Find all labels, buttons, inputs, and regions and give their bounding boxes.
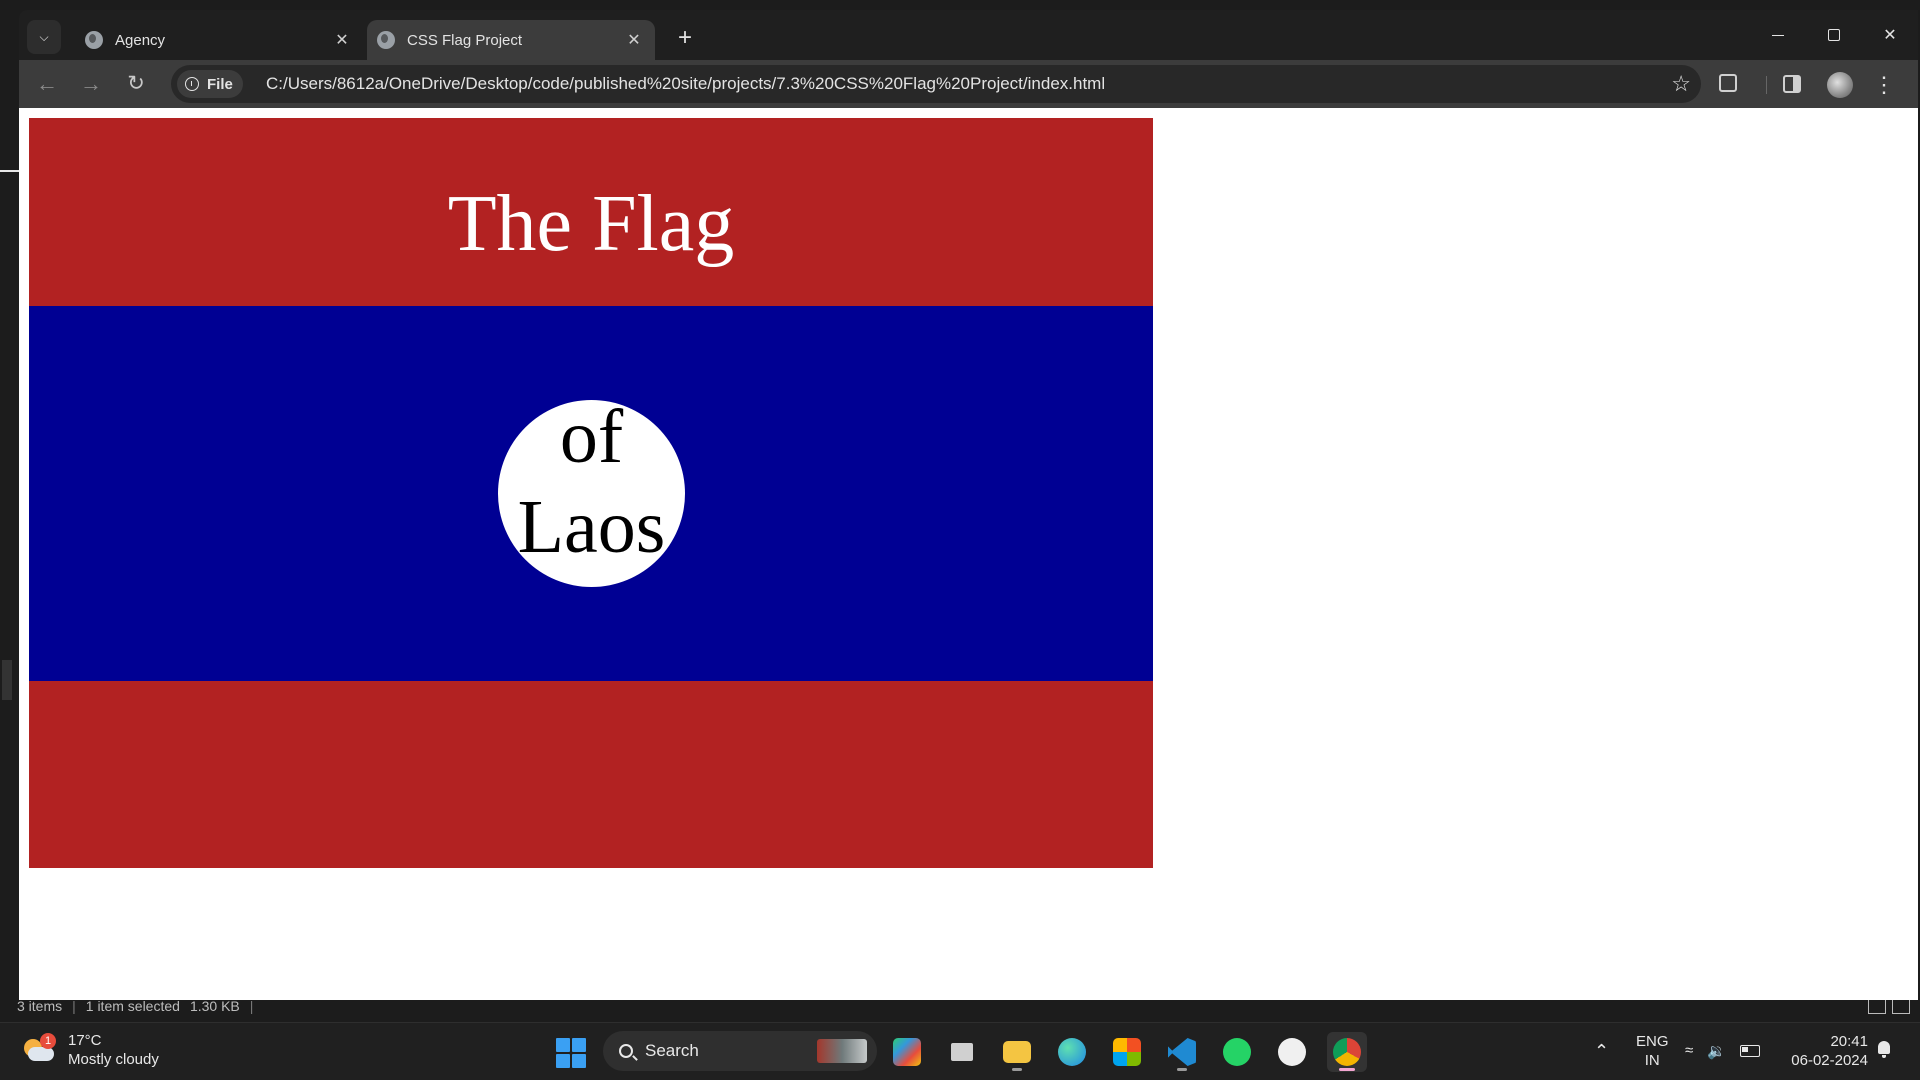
close-window-button[interactable]: ✕ — [1862, 10, 1918, 60]
background-scrollbar[interactable] — [2, 660, 12, 700]
close-icon[interactable]: ✕ — [623, 29, 645, 51]
weather-widget[interactable]: 1 17°C Mostly cloudy — [22, 1031, 159, 1069]
background-divider — [0, 170, 19, 172]
forward-button[interactable]: → — [75, 68, 107, 100]
flag-white-circle: of Laos — [498, 395, 685, 587]
store-icon[interactable] — [1107, 1032, 1147, 1072]
edge-icon[interactable] — [1052, 1032, 1092, 1072]
window-controls: ✕ — [1750, 10, 1918, 60]
language-region: IN — [1644, 1052, 1660, 1069]
maximize-icon — [1828, 29, 1840, 41]
battery-icon — [1739, 1045, 1760, 1057]
input-language-indicator[interactable]: ENG IN — [1636, 1032, 1669, 1070]
tab-search-button[interactable]: ⌵ — [27, 20, 61, 54]
circle-text-line-laos: Laos — [517, 485, 666, 569]
tab-css-flag-project[interactable]: CSS Flag Project ✕ — [367, 20, 655, 60]
taskbar-clock[interactable]: 20:41 06-02-2024 — [1780, 1032, 1868, 1070]
github-icon[interactable] — [1272, 1032, 1312, 1072]
reload-icon: ↻ — [127, 72, 145, 95]
site-info-label: File — [207, 75, 233, 93]
chrome-icon[interactable] — [1327, 1032, 1367, 1072]
reload-button[interactable]: ↻ — [120, 68, 152, 100]
search-label: Search — [645, 1041, 699, 1060]
search-highlight-image — [817, 1039, 867, 1063]
flag-top-red-stripe: The Flag — [29, 118, 1153, 306]
weather-text: 17°C Mostly cloudy — [68, 1031, 159, 1069]
back-button[interactable]: ← — [31, 68, 63, 100]
maximize-button[interactable] — [1806, 10, 1862, 60]
partly-cloudy-icon: 1 — [22, 1033, 56, 1065]
taskbar-search-box[interactable]: Search — [603, 1031, 877, 1071]
tab-strip: ⌵ Agency ✕ CSS Flag Project ✕ + ✕ — [19, 10, 1918, 60]
notification-bell-icon[interactable] — [1876, 1041, 1892, 1059]
bookmark-star-icon[interactable]: ☆ — [1671, 69, 1691, 99]
tab-title: Agency — [115, 31, 166, 49]
arrow-left-icon: ← — [36, 71, 58, 96]
circle-text-line-of: of — [559, 395, 624, 479]
minimize-icon — [1772, 34, 1784, 36]
wifi-icon: ≈ — [1685, 1042, 1694, 1059]
new-tab-button[interactable]: + — [671, 24, 699, 52]
details-view-icon[interactable] — [1868, 998, 1886, 1014]
tab-title: CSS Flag Project — [407, 31, 523, 49]
language-code: ENG — [1636, 1033, 1669, 1050]
vscode-icon[interactable] — [1162, 1032, 1202, 1072]
weather-description: Mostly cloudy — [68, 1051, 159, 1068]
browser-window: ⌵ Agency ✕ CSS Flag Project ✕ + ✕ ← → ↻ … — [19, 10, 1918, 1000]
url-text[interactable]: C:/Users/8612a/OneDrive/Desktop/code/pub… — [266, 65, 1105, 103]
clock-date: 06-02-2024 — [1791, 1052, 1868, 1069]
flag-title: The Flag — [447, 180, 735, 268]
windows-start-icon[interactable] — [556, 1038, 586, 1068]
show-hidden-icons-chevron-up-icon[interactable]: ⌃ — [1594, 1041, 1609, 1062]
system-tray-icons[interactable]: ≈ 🔉 — [1685, 1042, 1760, 1060]
explorer-view-toggles — [1868, 998, 1910, 1014]
globe-icon — [85, 31, 103, 49]
search-icon — [619, 1044, 633, 1058]
browser-toolbar: ← → ↻ File C:/Users/8612a/OneDrive/Deskt… — [19, 60, 1918, 108]
toolbar-divider — [1766, 76, 1767, 94]
more-menu-icon[interactable]: ⋮ — [1873, 70, 1895, 100]
side-panel-icon[interactable] — [1783, 75, 1801, 93]
tab-agency[interactable]: Agency ✕ — [75, 20, 363, 60]
laos-flag: The Flag of Laos — [29, 118, 1153, 868]
extensions-icon[interactable] — [1719, 74, 1737, 92]
arrow-right-icon: → — [80, 71, 102, 96]
profile-avatar[interactable] — [1827, 72, 1853, 98]
taskbar: 1 17°C Mostly cloudy Search ⌃ ENG IN ≈ 🔉… — [0, 1022, 1920, 1080]
info-icon — [185, 77, 199, 91]
site-info-chip[interactable]: File — [177, 70, 243, 98]
address-bar[interactable]: File C:/Users/8612a/OneDrive/Desktop/cod… — [171, 65, 1701, 103]
flag-middle-blue-stripe: of Laos — [29, 306, 1153, 681]
volume-icon: 🔉 — [1707, 1043, 1726, 1060]
large-icons-view-icon[interactable] — [1892, 998, 1910, 1014]
whatsapp-icon[interactable] — [1217, 1032, 1257, 1072]
close-icon: ✕ — [1883, 27, 1897, 44]
page-viewport: The Flag of Laos — [19, 108, 1918, 1000]
weather-badge: 1 — [40, 1033, 56, 1049]
chevron-down-icon: ⌵ — [39, 29, 49, 44]
weather-temperature: 17°C — [68, 1032, 102, 1049]
file-explorer-icon[interactable] — [997, 1032, 1037, 1072]
clock-time: 20:41 — [1830, 1033, 1868, 1050]
close-icon[interactable]: ✕ — [331, 29, 353, 51]
globe-icon — [377, 31, 395, 49]
minimize-button[interactable] — [1750, 10, 1806, 60]
copilot-icon[interactable] — [887, 1032, 927, 1072]
circle-text: of Laos — [498, 392, 685, 572]
task-view-icon[interactable] — [942, 1032, 982, 1072]
flag-bottom-red-stripe — [29, 681, 1153, 868]
